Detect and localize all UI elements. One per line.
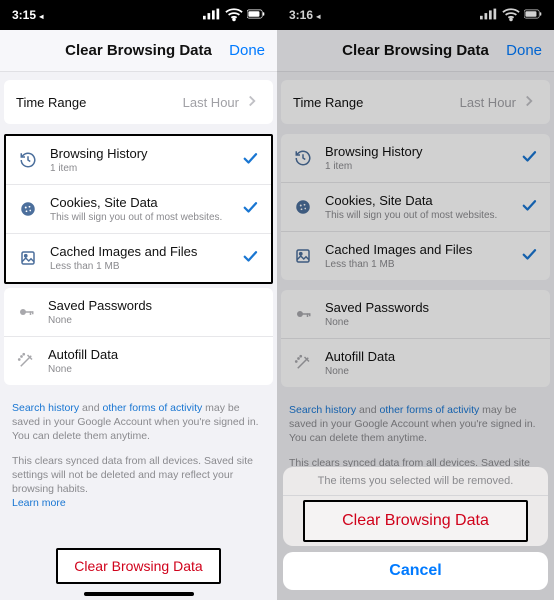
navbar: Clear Browsing Data Done — [277, 30, 554, 72]
done-button[interactable]: Done — [229, 42, 265, 59]
search-history-link[interactable]: Search history — [12, 402, 79, 414]
option-label: Saved Passwords — [48, 298, 261, 313]
check-icon — [520, 245, 538, 268]
history-icon — [18, 150, 38, 170]
done-button[interactable]: Done — [506, 42, 542, 59]
other-activity-link[interactable]: other forms of activity — [102, 402, 202, 414]
cookies-icon — [18, 199, 38, 219]
option-sub: This will sign you out of most websites. — [325, 210, 520, 221]
option-sub: This will sign you out of most websites. — [50, 212, 241, 223]
search-history-link[interactable]: Search history — [289, 404, 356, 416]
option-row-cache[interactable]: Cached Images and Files Less than 1 MB — [6, 234, 271, 282]
check-icon — [241, 149, 259, 172]
option-row-cache[interactable]: Cached Images and Files Less than 1 MB — [281, 232, 550, 280]
action-sheet-clear-button[interactable]: Clear Browsing Data — [303, 500, 528, 542]
time-range-row[interactable]: Time Range Last Hour — [4, 80, 273, 124]
check-icon — [241, 198, 259, 221]
learn-more-link[interactable]: Learn more — [12, 497, 66, 509]
option-label: Browsing History — [50, 146, 241, 161]
chevron-right-icon — [243, 92, 261, 113]
wifi-icon — [502, 5, 520, 26]
option-sub: None — [48, 315, 261, 326]
option-row-cookies[interactable]: Cookies, Site Data This will sign you ou… — [6, 185, 271, 234]
info-synced-data: This clears synced data from all devices… — [0, 448, 277, 515]
check-icon — [520, 196, 538, 219]
cache-icon — [293, 246, 313, 266]
option-sub: None — [325, 366, 538, 377]
option-row-autofill[interactable]: Autofill Data None — [281, 339, 550, 387]
time-range-value: Last Hour — [183, 92, 261, 113]
option-sub: Less than 1 MB — [50, 261, 241, 272]
check-icon — [241, 247, 259, 270]
battery-icon — [524, 5, 542, 26]
action-sheet-cancel-button[interactable]: Cancel — [283, 552, 548, 590]
action-sheet: The items you selected will be removed. … — [277, 461, 554, 600]
option-row-passwords[interactable]: Saved Passwords None — [281, 290, 550, 339]
option-label: Cached Images and Files — [50, 244, 241, 259]
option-label: Autofill Data — [48, 347, 261, 362]
clear-browsing-data-button[interactable]: Clear Browsing Data — [56, 548, 220, 584]
wifi-icon — [225, 5, 243, 26]
status-bar: 3:16 ◂ — [277, 0, 554, 30]
clock: 3:15 ◂ — [12, 8, 43, 22]
option-label: Browsing History — [325, 144, 520, 159]
option-sub: None — [48, 364, 261, 375]
time-range-value: Last Hour — [460, 92, 538, 113]
option-label: Saved Passwords — [325, 300, 538, 315]
history-icon — [293, 148, 313, 168]
page-title: Clear Browsing Data — [65, 42, 212, 59]
check-icon — [520, 147, 538, 170]
info-search-history: Search history and other forms of activi… — [277, 397, 554, 450]
option-row-autofill[interactable]: Autofill Data None — [4, 337, 273, 385]
option-sub: 1 item — [50, 163, 241, 174]
clock: 3:16 ◂ — [289, 8, 320, 22]
navbar: Clear Browsing Data Done — [0, 30, 277, 72]
option-sub: 1 item — [325, 161, 520, 172]
chevron-right-icon — [520, 92, 538, 113]
signal-icon — [480, 5, 498, 26]
option-label: Cached Images and Files — [325, 242, 520, 257]
option-row-history[interactable]: Browsing History 1 item — [281, 134, 550, 183]
option-label: Cookies, Site Data — [325, 193, 520, 208]
cache-icon — [18, 248, 38, 268]
info-search-history: Search history and other forms of activi… — [0, 395, 277, 448]
option-label: Cookies, Site Data — [50, 195, 241, 210]
home-indicator — [84, 592, 194, 596]
option-row-cookies[interactable]: Cookies, Site Data This will sign you ou… — [281, 183, 550, 232]
option-row-passwords[interactable]: Saved Passwords None — [4, 288, 273, 337]
action-sheet-message: The items you selected will be removed. — [283, 467, 548, 496]
status-bar: 3:15 ◂ — [0, 0, 277, 30]
passwords-icon — [293, 304, 313, 324]
time-range-row[interactable]: Time Range Last Hour — [281, 80, 550, 124]
passwords-icon — [16, 302, 36, 322]
signal-icon — [203, 5, 221, 26]
option-row-history[interactable]: Browsing History 1 item — [6, 136, 271, 185]
autofill-icon — [293, 353, 313, 373]
cookies-icon — [293, 197, 313, 217]
other-activity-link[interactable]: other forms of activity — [379, 404, 479, 416]
time-range-label: Time Range — [293, 95, 363, 110]
option-sub: None — [325, 317, 538, 328]
option-sub: Less than 1 MB — [325, 259, 520, 270]
battery-icon — [247, 5, 265, 26]
page-title: Clear Browsing Data — [342, 42, 489, 59]
time-range-label: Time Range — [16, 95, 86, 110]
autofill-icon — [16, 351, 36, 371]
option-label: Autofill Data — [325, 349, 538, 364]
